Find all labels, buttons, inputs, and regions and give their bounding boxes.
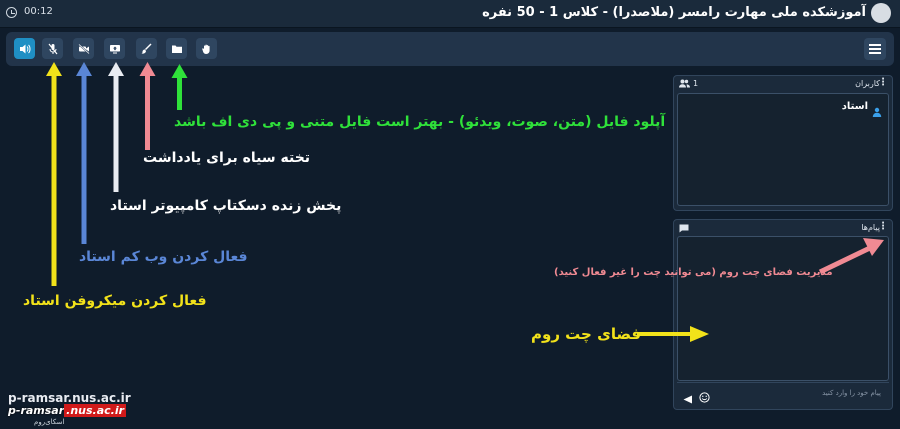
watermark-part-a: p-ramsar [8,404,65,417]
arrow-screen-share [108,62,124,192]
annotation-whiteboard: تخته سیاه برای یادداشت [143,150,311,166]
annotation-chat-manage: مدیریت فضای چت روم (می توانید چت را غیر … [554,267,833,278]
annotation-upload: آپلود فایل (متن، صوت، ویدئو) - بهتر است … [174,114,666,130]
arrow-microphone [46,62,62,286]
annotation-microphone: فعال کردن میکروفن استاد [23,293,207,309]
arrow-whiteboard [139,62,156,150]
arrow-webcam [76,62,92,244]
watermark-url-styled: p-ramsar .nus.ac.ir [8,404,127,417]
annotation-arrows [46,62,884,342]
annotation-webcam: فعال کردن وب کم استاد [79,249,248,265]
arrow-file-upload [171,64,188,110]
watermark-part-b: .nus.ac.ir [64,404,127,417]
annotation-screen-share: پخش زنده دسکتاپ کامپیوتر استاد [110,198,342,214]
arrow-chat-space [637,326,709,342]
watermark-url: p-ramsar.nus.ac.ir [8,391,131,405]
skyroom-logo-text: اسکای‌روم [34,418,65,426]
annotation-chat-space: فضای چت روم [531,325,642,343]
